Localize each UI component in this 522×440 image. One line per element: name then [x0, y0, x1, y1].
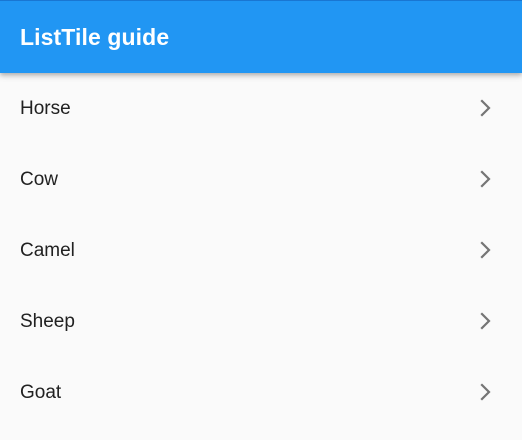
list-tile-goat[interactable]: Goat [0, 357, 522, 428]
list-tile-label: Cow [20, 169, 59, 190]
app-screen: ListTile guide Horse Cow Camel Sheep Goa… [0, 0, 522, 440]
list-tile-label: Sheep [20, 311, 75, 332]
list-tile-label: Horse [20, 98, 71, 119]
chevron-right-icon [478, 311, 494, 331]
animal-list: Horse Cow Camel Sheep Goat [0, 73, 522, 440]
chevron-right-icon [478, 382, 494, 402]
chevron-right-icon [478, 98, 494, 118]
list-tile-cow[interactable]: Cow [0, 144, 522, 215]
app-bar-title: ListTile guide [20, 24, 170, 50]
list-tile-label: Camel [20, 240, 75, 261]
chevron-right-icon [478, 169, 494, 189]
list-tile-label: Goat [20, 382, 62, 403]
list-tile-sheep[interactable]: Sheep [0, 286, 522, 357]
list-tile-camel[interactable]: Camel [0, 215, 522, 286]
chevron-right-icon [478, 240, 494, 260]
list-tile-horse[interactable]: Horse [0, 73, 522, 144]
app-bar: ListTile guide [0, 0, 522, 73]
